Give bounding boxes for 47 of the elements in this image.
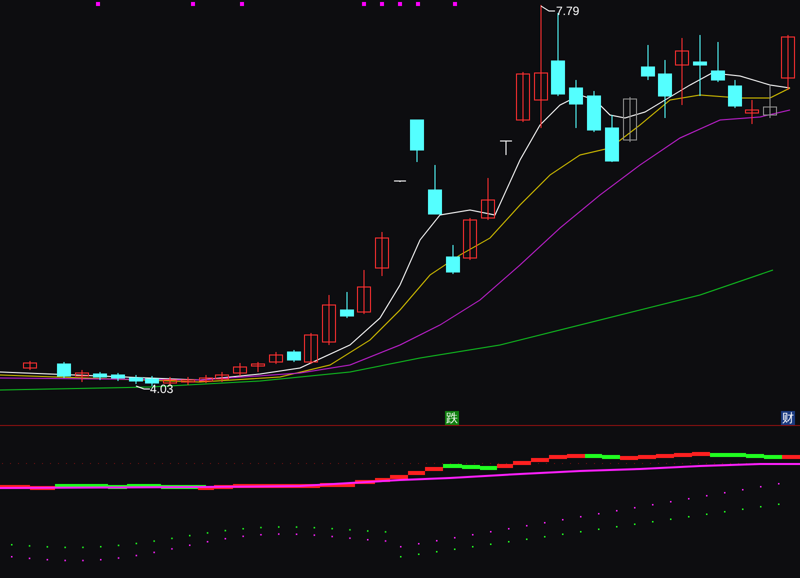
candlestick [269,352,283,364]
candlestick [763,84,777,118]
candlestick [745,100,759,124]
candlestick [500,140,512,156]
signal-badge: 跌 [445,411,459,425]
panel-tab[interactable]: 财 [781,411,795,425]
candlestick [57,362,71,378]
candlestick [410,120,424,162]
candlestick [693,34,707,96]
candlestick [375,232,389,276]
candlestick [93,372,107,380]
candlestick [340,292,354,318]
price-label: 4.03 [150,383,174,395]
candlestick [233,362,247,376]
candlestick [129,374,143,384]
candlestick [728,80,742,108]
candlestick [287,350,301,362]
candlestick [781,34,795,90]
candlestick [428,164,442,214]
candlestick [322,294,336,346]
candlestick [215,372,229,382]
candlestick [605,114,619,162]
leader-line [540,6,556,12]
candlestick [163,376,177,386]
candlestick [199,374,213,384]
candlestick [394,180,406,182]
candlestick [23,360,37,370]
candlestick [658,60,672,118]
candlestick [711,42,725,82]
candlestick [446,244,460,274]
candlestick [75,370,89,382]
candlestick [463,218,477,260]
candlestick [641,44,655,80]
candlestick [569,80,583,128]
candlestick [357,270,371,314]
candlestick [304,332,318,364]
candlestick [675,38,689,106]
candlestick [181,376,195,386]
leader-line [136,386,150,390]
candlestick [623,96,637,142]
candlestick [481,178,495,220]
candlestick [587,90,601,132]
candlestick [111,372,125,382]
candlestick [516,72,530,122]
price-label: 7.79 [556,5,580,17]
candlestick [251,362,265,372]
candlestick [145,376,159,386]
